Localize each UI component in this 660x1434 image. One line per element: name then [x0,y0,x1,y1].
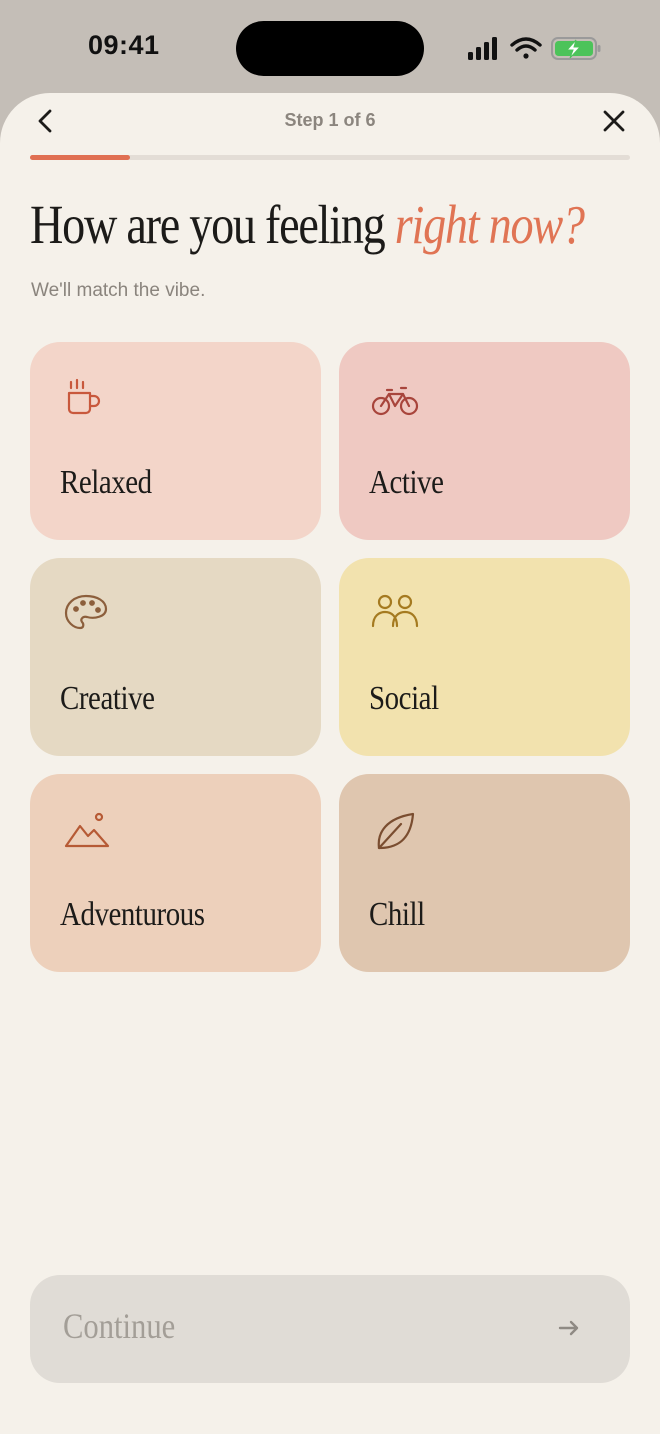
mood-card-creative[interactable]: Creative [30,558,321,756]
status-bar: 09:41 [0,0,660,96]
page-title: How are you feeling right now? [30,192,585,258]
leaf-icon [371,808,419,856]
arrow-right-icon [556,1315,582,1341]
coffee-cup-icon [62,376,110,424]
title-main: How are you feeling [30,194,395,255]
status-icons [466,34,602,64]
mood-label: Chill [369,896,425,933]
dynamic-island [236,21,424,76]
mood-label: Active [369,464,444,501]
chevron-left-icon [38,109,52,133]
continue-button[interactable]: Continue [30,1275,630,1383]
mood-card-relaxed[interactable]: Relaxed [30,342,321,540]
mood-card-active[interactable]: Active [339,342,630,540]
mood-card-adventurous[interactable]: Adventurous [30,774,321,972]
progress-bar [30,155,630,160]
back-button[interactable] [30,106,62,138]
wifi-icon [510,37,542,59]
mood-label: Creative [60,680,155,717]
step-indicator: Step 1 of 6 [284,110,376,130]
continue-label: Continue [63,1306,176,1346]
mountain-icon [62,808,110,856]
mood-card-social[interactable]: Social [339,558,630,756]
mood-label: Adventurous [60,896,205,933]
status-time: 09:41 [88,30,160,60]
mood-card-chill[interactable]: Chill [339,774,630,972]
people-icon [371,592,419,640]
palette-icon [62,592,110,640]
title-accent: right now? [394,194,585,255]
close-icon [603,110,625,132]
page-subtitle: We'll match the vibe. [31,280,206,301]
cellular-signal-icon [468,37,497,60]
close-button[interactable] [598,106,630,138]
progress-fill [30,155,131,160]
battery-charging-icon [551,37,601,60]
bicycle-icon [371,376,419,424]
mood-label: Social [369,680,439,717]
mood-label: Relaxed [60,464,152,501]
